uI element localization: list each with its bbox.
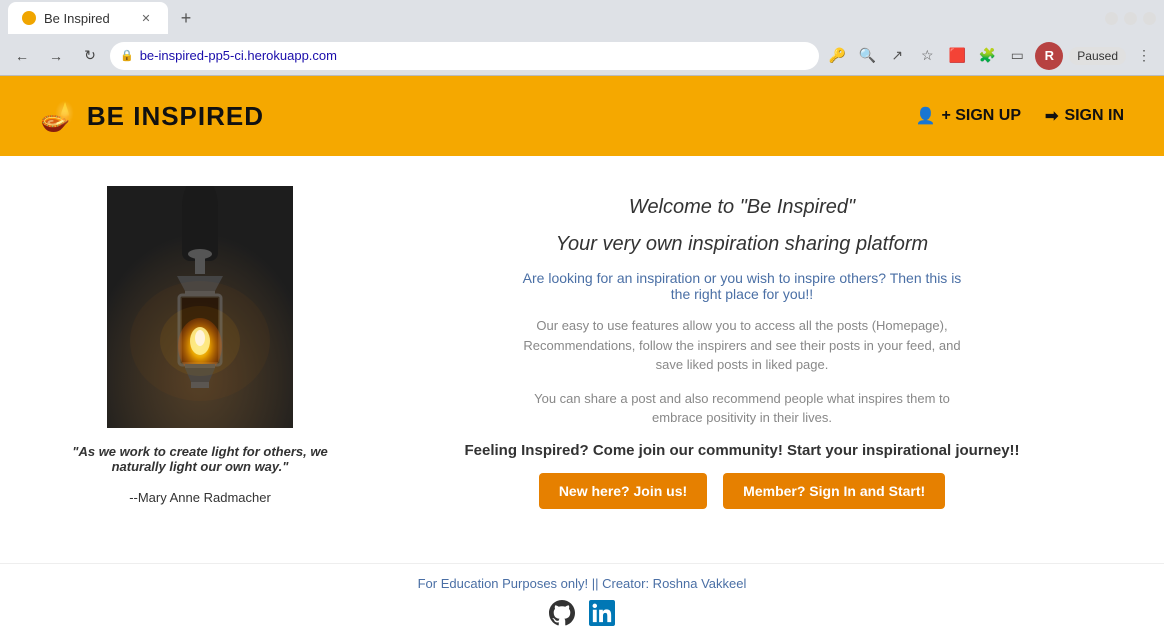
address-text: be-inspired-pp5-ci.herokuapp.com: [140, 48, 810, 63]
signup-label: + SIGN UP: [941, 107, 1021, 125]
address-bar[interactable]: 🔒 be-inspired-pp5-ci.herokuapp.com: [110, 42, 819, 70]
share-icon[interactable]: ↗: [885, 44, 909, 68]
logo-area: 🪔 BE INSPIRED: [40, 100, 264, 133]
welcome-sub: Your very own inspiration sharing platfo…: [556, 233, 928, 256]
quote-text: "As we work to create light for others, …: [60, 444, 340, 474]
search-icon[interactable]: 🔍: [855, 44, 879, 68]
signup-icon: 👤: [916, 106, 936, 126]
footer-text: For Education Purposes only! || Creator:…: [418, 576, 747, 591]
puzzle-icon[interactable]: 🧩: [975, 44, 999, 68]
website-content: 🪔 BE INSPIRED 👤 + SIGN UP ➡ SIGN IN: [0, 76, 1164, 639]
title-bar: Be Inspired ✕ + ─ □ ✕: [0, 0, 1164, 36]
desc1: Are looking for an inspiration or you wi…: [522, 270, 962, 302]
nav-header: 🪔 BE INSPIRED 👤 + SIGN UP ➡ SIGN IN: [0, 76, 1164, 156]
back-button[interactable]: ←: [8, 42, 36, 70]
sidebar-icon[interactable]: ▭: [1005, 44, 1029, 68]
lock-icon: 🔒: [120, 49, 134, 62]
refresh-button[interactable]: ↻: [76, 42, 104, 70]
signin-label: SIGN IN: [1064, 107, 1124, 125]
btn-row: New here? Join us! Member? Sign In and S…: [539, 473, 945, 509]
right-panel: Welcome to "Be Inspired" Your very own i…: [380, 186, 1104, 543]
tab-favicon: [22, 11, 36, 25]
toolbar: ← → ↻ 🔒 be-inspired-pp5-ci.herokuapp.com…: [0, 36, 1164, 76]
key-icon[interactable]: 🔑: [825, 44, 849, 68]
desc2: Our easy to use features allow you to ac…: [522, 316, 962, 375]
ext-icon1[interactable]: 🟥: [945, 44, 969, 68]
linkedin-link[interactable]: [588, 599, 616, 627]
footer: For Education Purposes only! || Creator:…: [0, 563, 1164, 639]
nav-right: 👤 + SIGN UP ➡ SIGN IN: [916, 106, 1124, 126]
desc3: You can share a post and also recommend …: [522, 389, 962, 428]
new-tab-button[interactable]: +: [172, 4, 200, 32]
toolbar-right: 🔑 🔍 ↗ ☆ 🟥 🧩 ▭ R Paused ⋮: [825, 42, 1156, 70]
profile-button[interactable]: R: [1035, 42, 1063, 70]
tab-title: Be Inspired: [44, 11, 110, 26]
active-tab[interactable]: Be Inspired ✕: [8, 2, 168, 34]
lantern-svg: [107, 186, 293, 428]
minimize-button[interactable]: ─: [1105, 12, 1118, 25]
paused-badge[interactable]: Paused: [1069, 47, 1126, 65]
tab-close-button[interactable]: ✕: [138, 10, 154, 26]
linkedin-icon: [589, 600, 615, 626]
github-icon: [549, 600, 575, 626]
signin-link[interactable]: ➡ SIGN IN: [1045, 106, 1124, 126]
browser-window: Be Inspired ✕ + ─ □ ✕ ← → ↻ 🔒 be-inspire…: [0, 0, 1164, 639]
quote-author: --Mary Anne Radmacher: [129, 490, 271, 505]
logo-text: BE INSPIRED: [87, 101, 264, 132]
join-button[interactable]: New here? Join us!: [539, 473, 707, 509]
window-controls: ─ □ ✕: [1105, 12, 1156, 25]
signup-link[interactable]: 👤 + SIGN UP: [916, 106, 1022, 126]
logo-icon: 🪔: [40, 100, 75, 133]
maximize-button[interactable]: □: [1124, 12, 1137, 25]
forward-button[interactable]: →: [42, 42, 70, 70]
signin-icon: ➡: [1045, 106, 1058, 126]
menu-button[interactable]: ⋮: [1132, 44, 1156, 68]
signin-start-button[interactable]: Member? Sign In and Start!: [723, 473, 945, 509]
cta-text: Feeling Inspired? Come join our communit…: [464, 442, 1019, 459]
left-panel: "As we work to create light for others, …: [60, 186, 340, 543]
footer-icons: [548, 599, 616, 627]
tab-area: Be Inspired ✕ +: [8, 0, 200, 36]
star-icon[interactable]: ☆: [915, 44, 939, 68]
welcome-title: Welcome to "Be Inspired": [629, 196, 855, 219]
close-button[interactable]: ✕: [1143, 12, 1156, 25]
main-content: "As we work to create light for others, …: [0, 156, 1164, 563]
github-link[interactable]: [548, 599, 576, 627]
lantern-image: [107, 186, 293, 428]
